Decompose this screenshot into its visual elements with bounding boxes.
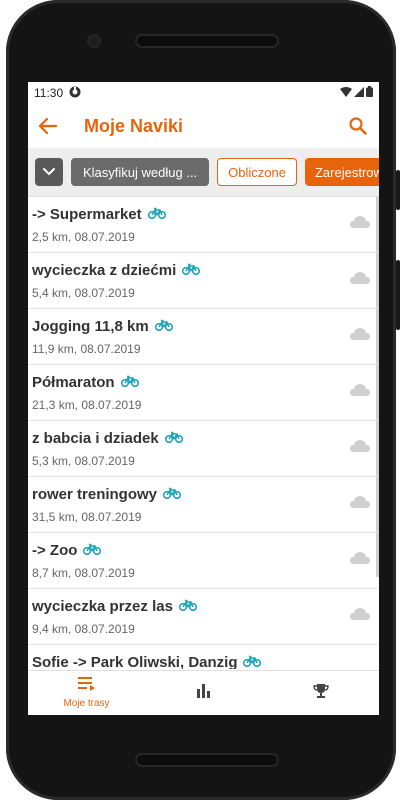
app-screen: 11:30 Moje Naviki Klasyfikuj według ... … [28, 82, 379, 715]
cloud-icon[interactable] [349, 271, 371, 290]
route-row[interactable]: z babcia i dziadek 5,3 km, 08.07.2019 [28, 421, 379, 477]
arrow-left-icon[interactable] [36, 114, 60, 138]
cloud-icon[interactable] [349, 439, 371, 458]
route-meta: 31,5 km, 08.07.2019 [32, 510, 142, 524]
route-meta: 21,3 km, 08.07.2019 [32, 398, 142, 412]
bar-chart-icon [196, 683, 211, 703]
route-name: Sofie -> Park Oliwski, Danzig [32, 654, 238, 669]
calculated-filter-chip[interactable]: Obliczone [217, 158, 297, 186]
bicycle-icon [154, 318, 173, 335]
route-list: -> Supermarket 2,5 km, 08.07.2019 wyciec… [28, 197, 379, 669]
route-name: wycieczka z dziećmi [32, 262, 177, 279]
route-meta: 5,4 km, 08.07.2019 [32, 286, 135, 300]
notification-icon [69, 86, 81, 101]
bicycle-icon [120, 374, 139, 391]
bicycle-icon [147, 206, 166, 223]
route-row[interactable]: Sofie -> Park Oliwski, Danzig [28, 645, 379, 669]
bicycle-icon [164, 430, 183, 447]
cloud-icon[interactable] [349, 551, 371, 570]
app-toolbar: Moje Naviki [28, 104, 379, 148]
bottom-navigation: Moje trasy [28, 670, 379, 715]
route-name: -> Supermarket [32, 206, 142, 223]
signal-icon [354, 86, 364, 100]
search-icon[interactable] [345, 113, 371, 139]
bottom-speaker [137, 755, 277, 765]
route-name: rower treningowy [32, 486, 158, 503]
bicycle-icon [243, 654, 262, 669]
route-row[interactable]: Półmaraton 21,3 km, 08.07.2019 [28, 365, 379, 421]
chevron-down-icon [43, 163, 55, 181]
bicycle-icon [182, 262, 201, 279]
nav-statistics[interactable] [145, 671, 262, 715]
route-meta: 5,3 km, 08.07.2019 [32, 454, 135, 468]
power-button [396, 260, 400, 330]
wifi-icon [340, 86, 352, 100]
filter-dropdown-button[interactable] [35, 158, 63, 186]
route-row[interactable]: -> Zoo 8,7 km, 08.07.2019 [28, 533, 379, 589]
status-time: 11:30 [34, 86, 64, 100]
bicycle-icon [162, 486, 182, 503]
route-row[interactable]: wycieczka przez las 9,4 km, 08.07.2019 [28, 589, 379, 645]
earpiece-speaker [137, 36, 277, 46]
route-row[interactable]: Jogging 11,8 km 11,9 km, 08.07.2019 [28, 309, 379, 365]
battery-icon [366, 86, 373, 100]
list-icon [77, 677, 96, 696]
route-name: z babcia i dziadek [32, 430, 159, 447]
cloud-icon[interactable] [349, 495, 371, 514]
nav-achievements[interactable] [262, 671, 379, 715]
registered-filter-chip[interactable]: Zarejestrowa [304, 158, 379, 186]
route-row[interactable]: -> Supermarket 2,5 km, 08.07.2019 [28, 197, 379, 253]
route-meta: 8,7 km, 08.07.2019 [32, 566, 135, 580]
route-meta: 2,5 km, 08.07.2019 [32, 230, 135, 244]
route-name: Półmaraton [32, 374, 115, 391]
bicycle-icon [178, 598, 197, 615]
nav-my-routes[interactable]: Moje trasy [28, 671, 145, 715]
route-meta: 9,4 km, 08.07.2019 [32, 622, 135, 636]
bicycle-icon [83, 542, 102, 559]
trophy-icon [312, 683, 329, 704]
front-camera [89, 36, 99, 46]
nav-my-routes-label: Moje trasy [63, 698, 110, 709]
route-name: wycieczka przez las [32, 598, 173, 615]
cloud-icon[interactable] [349, 215, 371, 234]
cloud-icon[interactable] [349, 607, 371, 626]
route-name: Jogging 11,8 km [32, 318, 149, 335]
route-row[interactable]: rower treningowy 31,5 km, 08.07.2019 [28, 477, 379, 533]
route-meta: 11,9 km, 08.07.2019 [32, 342, 141, 356]
route-row[interactable]: wycieczka z dziećmi 5,4 km, 08.07.2019 [28, 253, 379, 309]
cloud-icon[interactable] [349, 327, 371, 346]
page-title: Moje Naviki [84, 115, 184, 136]
filter-bar: Klasyfikuj według ... Obliczone Zarejest… [28, 148, 379, 197]
status-bar: 11:30 [28, 82, 379, 104]
sort-button[interactable]: Klasyfikuj według ... [71, 158, 210, 186]
route-name: -> Zoo [32, 542, 78, 559]
volume-up-button [396, 170, 400, 210]
cloud-icon[interactable] [349, 383, 371, 402]
